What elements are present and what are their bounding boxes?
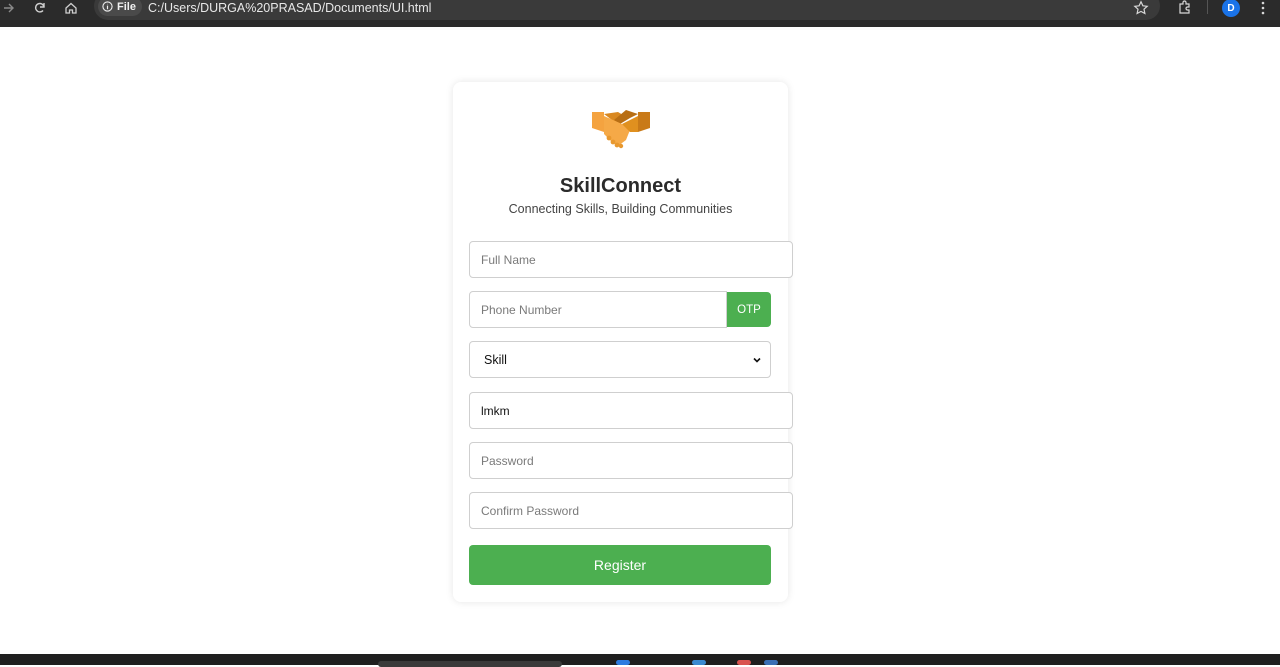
browser-toolbar: File C:/Users/DURGA%20PRASAD/Documents/U… xyxy=(0,0,1280,27)
tagline: Connecting Skills, Building Communities xyxy=(508,202,733,216)
os-taskbar xyxy=(0,654,1280,667)
home-icon[interactable] xyxy=(62,0,80,16)
taskbar-app-icon[interactable] xyxy=(616,660,630,665)
confirm-password-input[interactable] xyxy=(469,492,793,529)
full-name-input[interactable] xyxy=(469,241,793,278)
file-chip-label: File xyxy=(117,0,136,13)
bookmark-star-icon[interactable] xyxy=(1133,0,1149,16)
taskbar-app-icon[interactable] xyxy=(737,660,751,665)
more-menu-icon[interactable] xyxy=(1256,0,1270,16)
reload-icon[interactable] xyxy=(31,0,49,16)
chevron-down-icon xyxy=(753,357,761,363)
handshake-icon xyxy=(592,110,650,149)
site-info-chip[interactable]: File xyxy=(98,0,142,16)
skill-select[interactable]: Skill xyxy=(469,341,771,378)
text-input-lmkm[interactable] xyxy=(469,392,793,429)
url-text[interactable]: C:/Users/DURGA%20PRASAD/Documents/UI.htm… xyxy=(148,0,431,16)
otp-button[interactable]: OTP xyxy=(727,292,771,327)
toolbar-divider xyxy=(1207,0,1208,14)
phone-number-input[interactable] xyxy=(469,291,727,328)
taskbar-app-icon[interactable] xyxy=(764,660,778,665)
forward-icon[interactable] xyxy=(0,0,18,16)
extensions-icon[interactable] xyxy=(1177,0,1193,16)
taskbar-app-icon[interactable] xyxy=(692,660,706,665)
info-icon xyxy=(102,1,113,12)
app-title: SkillConnect xyxy=(559,175,682,197)
taskbar-search[interactable] xyxy=(378,661,562,667)
password-input[interactable] xyxy=(469,442,793,479)
registration-card: SkillConnect Connecting Skills, Building… xyxy=(453,82,793,602)
profile-avatar[interactable]: D xyxy=(1222,0,1240,17)
skill-select-value: Skill xyxy=(484,352,507,367)
register-button[interactable]: Register xyxy=(469,545,771,585)
